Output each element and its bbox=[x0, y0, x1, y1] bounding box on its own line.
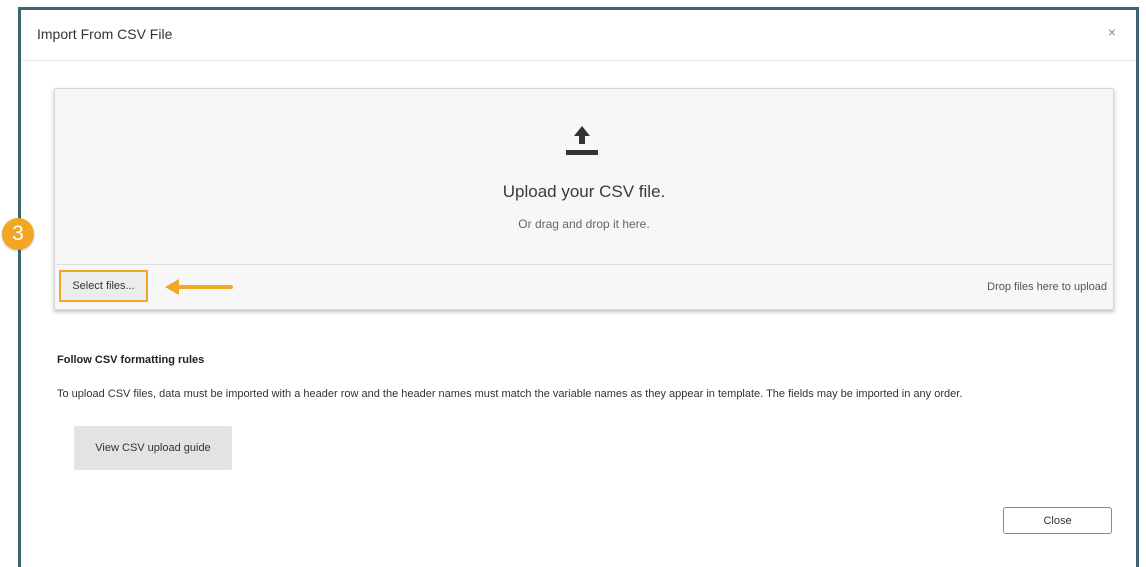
rules-title: Follow CSV formatting rules bbox=[57, 354, 205, 366]
upload-icon bbox=[566, 126, 598, 155]
rules-text: To upload CSV files, data must be import… bbox=[57, 388, 963, 400]
close-button[interactable]: Close bbox=[1003, 507, 1112, 534]
view-csv-guide-button[interactable]: View CSV upload guide bbox=[74, 426, 232, 470]
upload-subheading: Or drag and drop it here. bbox=[518, 217, 650, 231]
upload-dropzone[interactable]: Upload your CSV file. Or drag and drop i… bbox=[54, 88, 1114, 310]
dialog-title: Import From CSV File bbox=[37, 26, 173, 42]
left-arrow-icon bbox=[165, 279, 233, 295]
upload-heading: Upload your CSV file. bbox=[502, 182, 666, 201]
dialog-header: Import From CSV File × bbox=[21, 10, 1136, 61]
drop-hint: Drop files here to upload bbox=[987, 281, 1107, 293]
select-files-button[interactable]: Select files... bbox=[59, 270, 148, 302]
step-number-badge: 3 bbox=[2, 218, 34, 250]
close-icon[interactable]: × bbox=[1108, 25, 1116, 39]
